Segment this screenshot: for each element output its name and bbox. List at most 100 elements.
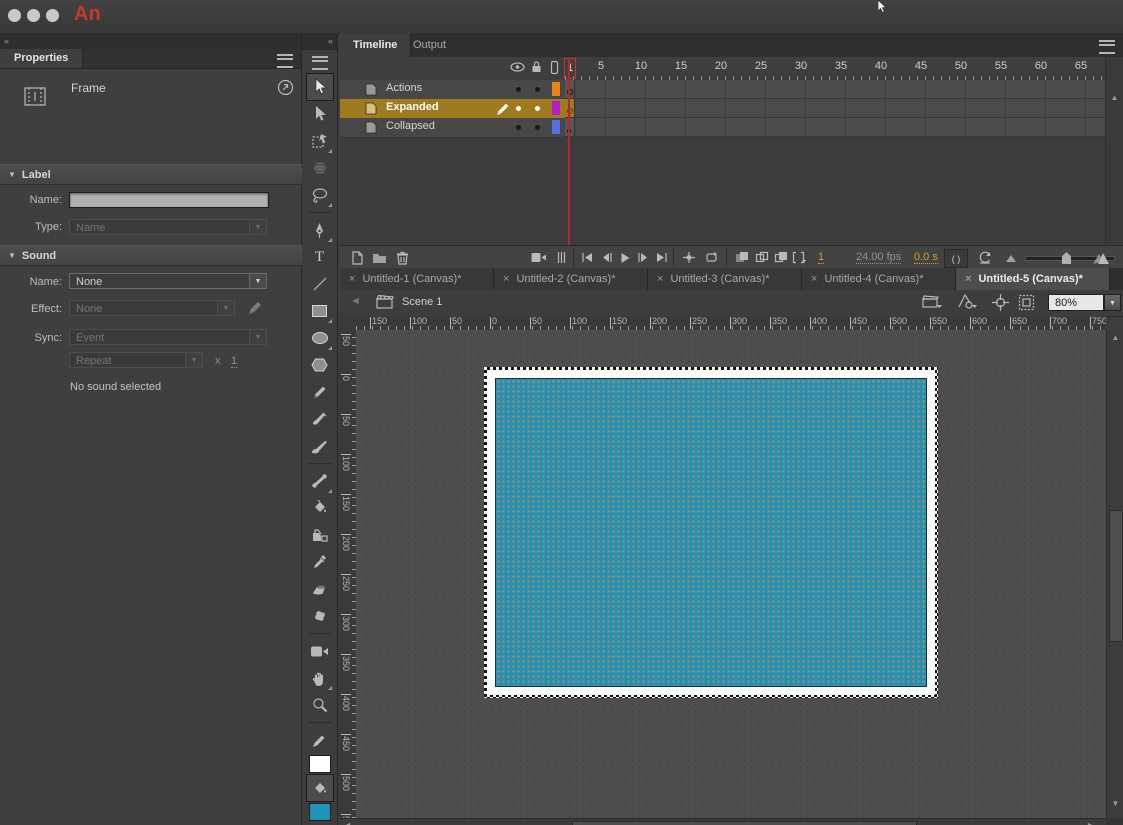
collapse-panel-button[interactable]: « bbox=[4, 36, 8, 46]
close-tab-icon[interactable]: × bbox=[349, 273, 355, 285]
section-header-label[interactable]: ▼Label bbox=[0, 164, 309, 185]
go-to-last-frame-button[interactable] bbox=[653, 249, 671, 266]
outline-all-layers-icon[interactable] bbox=[550, 60, 559, 78]
close-tab-icon[interactable]: × bbox=[503, 273, 509, 285]
pasteboard[interactable] bbox=[356, 330, 1106, 818]
show-parenting-view-icon[interactable] bbox=[553, 249, 571, 266]
add-camera-button[interactable] bbox=[530, 249, 548, 266]
layer-row-expanded[interactable]: Expanded bbox=[340, 99, 565, 119]
eraser-tool[interactable] bbox=[307, 576, 333, 602]
center-stage-button[interactable] bbox=[992, 294, 1009, 314]
stage-zoom-dropdown-button[interactable]: ▼ bbox=[1104, 294, 1121, 311]
scene-name[interactable]: Scene 1 bbox=[402, 296, 442, 308]
loop-range-button[interactable]: ( ) bbox=[944, 249, 968, 268]
sound-name-dropdown[interactable]: None▼ bbox=[69, 273, 267, 289]
frame-rate-field[interactable]: 24.00 fps bbox=[856, 251, 901, 264]
horizontal-scrollbar-thumb[interactable] bbox=[572, 821, 917, 825]
scroll-right-icon[interactable]: ▶ bbox=[1088, 821, 1094, 825]
layer-lock-dot[interactable] bbox=[535, 125, 540, 130]
rotation-3d-tool[interactable] bbox=[307, 155, 333, 181]
stage[interactable] bbox=[487, 370, 935, 695]
section-header-sound[interactable]: ▼Sound bbox=[0, 245, 309, 266]
go-to-first-frame-button[interactable] bbox=[578, 249, 596, 266]
new-folder-button[interactable] bbox=[370, 249, 388, 266]
onion-skin-outlines-button[interactable] bbox=[753, 249, 771, 266]
fill-color-swatch[interactable] bbox=[309, 803, 331, 821]
edit-scene-button[interactable] bbox=[922, 294, 944, 314]
play-button[interactable] bbox=[616, 249, 634, 266]
selection-tool[interactable] bbox=[307, 74, 333, 100]
ink-bottle-tool[interactable] bbox=[307, 522, 333, 548]
timeline-zoom-slider-thumb[interactable] bbox=[1062, 252, 1071, 264]
onion-skin-button[interactable] bbox=[733, 249, 751, 266]
label-name-input[interactable] bbox=[69, 192, 269, 208]
scroll-left-icon[interactable]: ◀ bbox=[344, 821, 350, 825]
vertical-scrollbar-thumb[interactable] bbox=[1109, 510, 1123, 642]
layer-lock-dot[interactable] bbox=[535, 106, 540, 111]
timeline-menu-icon[interactable] bbox=[1099, 40, 1115, 54]
polystar-tool[interactable] bbox=[307, 352, 333, 378]
clip-content-button[interactable] bbox=[1018, 294, 1035, 314]
subselection-tool[interactable] bbox=[307, 101, 333, 127]
layer-name[interactable]: Actions bbox=[386, 82, 422, 94]
zoom-tool[interactable] bbox=[307, 692, 333, 718]
sound-effect-dropdown[interactable]: None▼ bbox=[69, 300, 235, 316]
sound-repeat-dropdown[interactable]: Repeat▼ bbox=[69, 352, 203, 368]
current-frame-field[interactable]: 1 bbox=[818, 251, 824, 264]
bone-tool[interactable] bbox=[307, 468, 333, 494]
current-frame-marker[interactable]: 1 bbox=[564, 58, 576, 79]
paint-bucket-tool[interactable] bbox=[307, 495, 333, 521]
repeat-count-value[interactable]: 1 bbox=[231, 355, 237, 368]
layer-row-collapsed[interactable]: Collapsed bbox=[340, 118, 565, 138]
timeline-zoom-in-icon[interactable] bbox=[1092, 249, 1110, 266]
scroll-down-icon[interactable]: ▼ bbox=[1107, 799, 1123, 808]
free-transform-tool[interactable] bbox=[307, 128, 333, 154]
layer-name[interactable]: Collapsed bbox=[386, 120, 435, 132]
playhead[interactable] bbox=[568, 57, 570, 245]
document-tab-untitled-5[interactable]: ×Untitled-5 (Canvas)* bbox=[956, 268, 1110, 290]
classic-brush-tool[interactable] bbox=[307, 433, 333, 459]
keyframe-cell[interactable] bbox=[565, 118, 575, 136]
stroke-color-pencil[interactable] bbox=[307, 727, 333, 753]
center-frame-button[interactable] bbox=[680, 249, 698, 266]
vertical-scrollbar[interactable]: ▲ ▼ bbox=[1106, 330, 1123, 818]
tools-menu-icon[interactable] bbox=[312, 56, 328, 70]
document-tab-untitled-3[interactable]: ×Untitled-3 (Canvas)* bbox=[648, 268, 802, 290]
paint-brush-tool[interactable] bbox=[307, 406, 333, 432]
stroke-color-swatch[interactable] bbox=[309, 755, 331, 773]
layer-visibility-dot[interactable] bbox=[516, 125, 521, 130]
edit-multiple-frames-button[interactable] bbox=[772, 249, 790, 266]
hand-tool[interactable] bbox=[307, 665, 333, 691]
layer-frames-collapsed[interactable] bbox=[565, 118, 1105, 137]
label-type-dropdown[interactable]: Name▼ bbox=[69, 219, 267, 235]
edit-sound-envelope-icon[interactable] bbox=[247, 300, 263, 319]
new-layer-button[interactable] bbox=[348, 249, 366, 266]
layer-visibility-dot[interactable] bbox=[516, 87, 521, 92]
selected-rectangle-shape[interactable] bbox=[495, 378, 927, 687]
lock-all-layers-icon[interactable] bbox=[530, 60, 543, 77]
minimize-window-button[interactable] bbox=[27, 9, 40, 22]
stage-zoom-value[interactable]: 80% bbox=[1048, 294, 1104, 311]
keyframe-cell[interactable] bbox=[565, 99, 575, 117]
scroll-up-icon[interactable]: ▲ bbox=[1107, 333, 1123, 342]
close-tab-icon[interactable]: × bbox=[657, 273, 663, 285]
show-hide-all-layers-icon[interactable] bbox=[510, 61, 525, 76]
collapse-tools-button[interactable]: « bbox=[328, 36, 332, 46]
layer-lock-dot[interactable] bbox=[535, 87, 540, 92]
close-tab-icon[interactable]: × bbox=[811, 273, 817, 285]
asset-warp-tool[interactable] bbox=[307, 603, 333, 629]
document-tab-untitled-2[interactable]: ×Untitled-2 (Canvas)* bbox=[494, 268, 648, 290]
text-tool[interactable]: T bbox=[307, 244, 333, 270]
layer-outline-color-swatch[interactable] bbox=[552, 120, 560, 134]
timeline-scrollbar[interactable]: ▲ bbox=[1105, 57, 1123, 245]
layer-frames-actions[interactable] bbox=[565, 80, 1105, 99]
scroll-up-icon[interactable]: ▲ bbox=[1106, 93, 1123, 102]
loop-button[interactable] bbox=[702, 249, 720, 266]
oval-tool[interactable] bbox=[307, 325, 333, 351]
document-tab-untitled-4[interactable]: ×Untitled-4 (Canvas)* bbox=[802, 268, 956, 290]
close-window-button[interactable] bbox=[8, 9, 21, 22]
rectangle-tool[interactable] bbox=[307, 298, 333, 324]
frame-number-ruler[interactable]: 5101520253035404550556065 bbox=[565, 57, 1105, 80]
reset-timeline-zoom-button[interactable] bbox=[976, 249, 994, 266]
pencil-tool[interactable] bbox=[307, 379, 333, 405]
